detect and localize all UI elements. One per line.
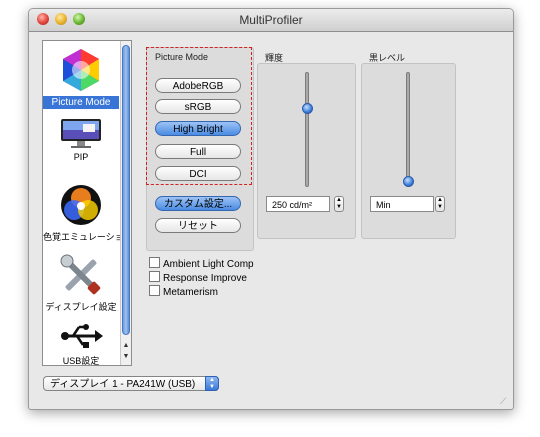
title-bar: MultiProfiler — [29, 9, 513, 32]
black-level-slider-knob[interactable] — [403, 176, 414, 187]
ambient-light-comp-checkbox[interactable]: Ambient Light Comp — [149, 257, 254, 270]
brightness-field[interactable]: 250 cd/m² — [266, 196, 330, 212]
select-arrows-icon[interactable]: ▲ ▼ — [205, 376, 219, 391]
black-level-slider-track[interactable] — [406, 72, 410, 187]
tools-icon — [60, 254, 101, 295]
metamerism-checkbox[interactable]: Metamerism — [149, 285, 218, 298]
color-vision-icon — [61, 185, 101, 225]
monitor-icon — [61, 119, 101, 148]
sidebar: Picture Mode PIP 色覚エミュレーション ディスプレイ設定 USB… — [42, 40, 132, 366]
brightness-slider-knob[interactable] — [302, 103, 313, 115]
black-level-field[interactable]: Min — [370, 196, 434, 212]
window-title: MultiProfiler — [239, 13, 303, 27]
scroll-down-icon[interactable]: ▼ — [121, 353, 131, 360]
display-select-value: ディスプレイ 1 - PA241W (USB) — [50, 379, 196, 390]
scrollbar-thumb[interactable] — [122, 45, 130, 335]
custom-settings-button[interactable]: カスタム設定... — [155, 196, 241, 211]
sidebar-scrollbar[interactable]: ▲ ▼ — [120, 41, 131, 365]
reset-button[interactable]: リセット — [155, 218, 241, 233]
checkbox-label: Response Improve — [163, 273, 247, 284]
sidebar-item-usb-settings[interactable]: USB設定 — [43, 321, 119, 366]
response-improve-checkbox[interactable]: Response Improve — [149, 271, 247, 284]
sidebar-item-pip[interactable]: PIP — [43, 117, 119, 162]
sidebar-item-color-vision[interactable]: 色覚エミュレーション — [43, 183, 132, 243]
black-level-stepper[interactable]: ▲ ▼ — [435, 196, 445, 212]
sidebar-item-label: Picture Mode — [43, 96, 119, 109]
black-level-group: Min ▲ ▼ — [361, 63, 456, 239]
sidebar-item-picture-mode[interactable]: Picture Mode — [43, 47, 119, 109]
highlight-box — [146, 47, 252, 185]
sidebar-item-label: PIP — [73, 152, 89, 162]
brightness-stepper[interactable]: ▲ ▼ — [334, 196, 344, 212]
sidebar-item-label: ディスプレイ設定 — [45, 302, 117, 312]
sidebar-item-label: 色覚エミュレーション — [43, 232, 132, 242]
color-hexagon-icon — [63, 49, 99, 91]
brightness-slider-track[interactable] — [305, 72, 309, 187]
usb-icon — [61, 324, 103, 348]
sidebar-item-display-settings[interactable]: ディスプレイ設定 — [43, 253, 119, 313]
sidebar-item-label: USB設定 — [62, 356, 100, 366]
resize-grip-icon[interactable]: ⟋ — [500, 396, 510, 406]
checkbox-box[interactable] — [149, 257, 160, 268]
display-select[interactable]: ディスプレイ 1 - PA241W (USB) ▲ ▼ — [43, 376, 219, 391]
checkbox-box[interactable] — [149, 271, 160, 282]
brightness-group: 250 cd/m² ▲ ▼ — [257, 63, 356, 239]
multiprofiler-window: MultiProfiler Picture Mode PIP 色覚エミュレーショ… — [28, 8, 514, 410]
checkbox-box[interactable] — [149, 285, 160, 296]
scroll-up-icon[interactable]: ▲ — [121, 342, 131, 349]
checkbox-label: Metamerism — [163, 287, 219, 298]
checkbox-label: Ambient Light Comp — [163, 259, 254, 270]
